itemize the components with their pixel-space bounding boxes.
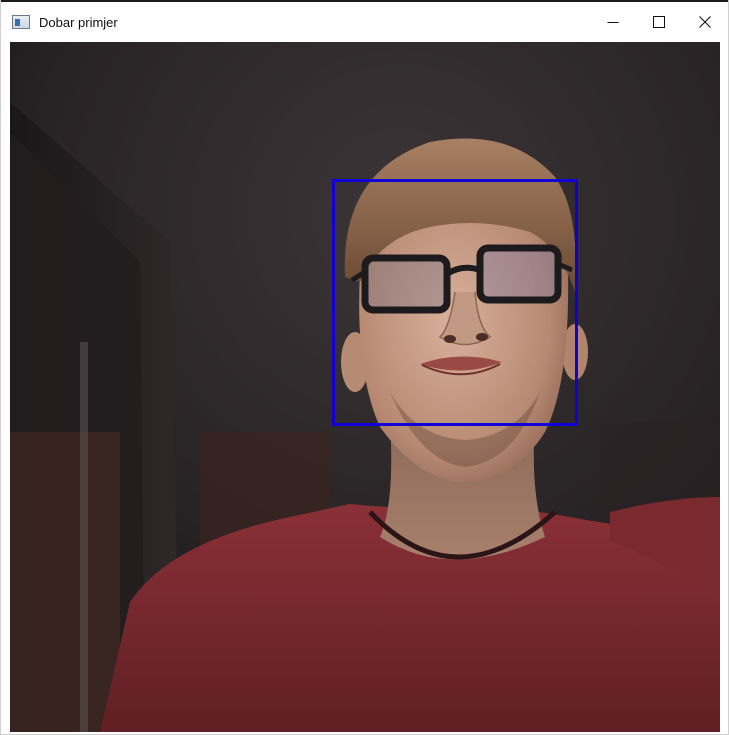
- maximize-icon: [653, 16, 665, 28]
- close-button[interactable]: [682, 2, 728, 42]
- title-bar[interactable]: Dobar primjer: [1, 2, 728, 42]
- close-icon: [699, 16, 711, 28]
- maximize-button[interactable]: [636, 2, 682, 42]
- minimize-icon: [607, 22, 619, 23]
- minimize-button[interactable]: [590, 2, 636, 42]
- app-window: Dobar primjer: [0, 0, 729, 735]
- window-controls: [590, 2, 728, 42]
- app-window-icon: [12, 15, 30, 29]
- face-detection-box: [332, 179, 578, 426]
- camera-frame: [10, 42, 720, 732]
- window-title: Dobar primjer: [39, 14, 118, 30]
